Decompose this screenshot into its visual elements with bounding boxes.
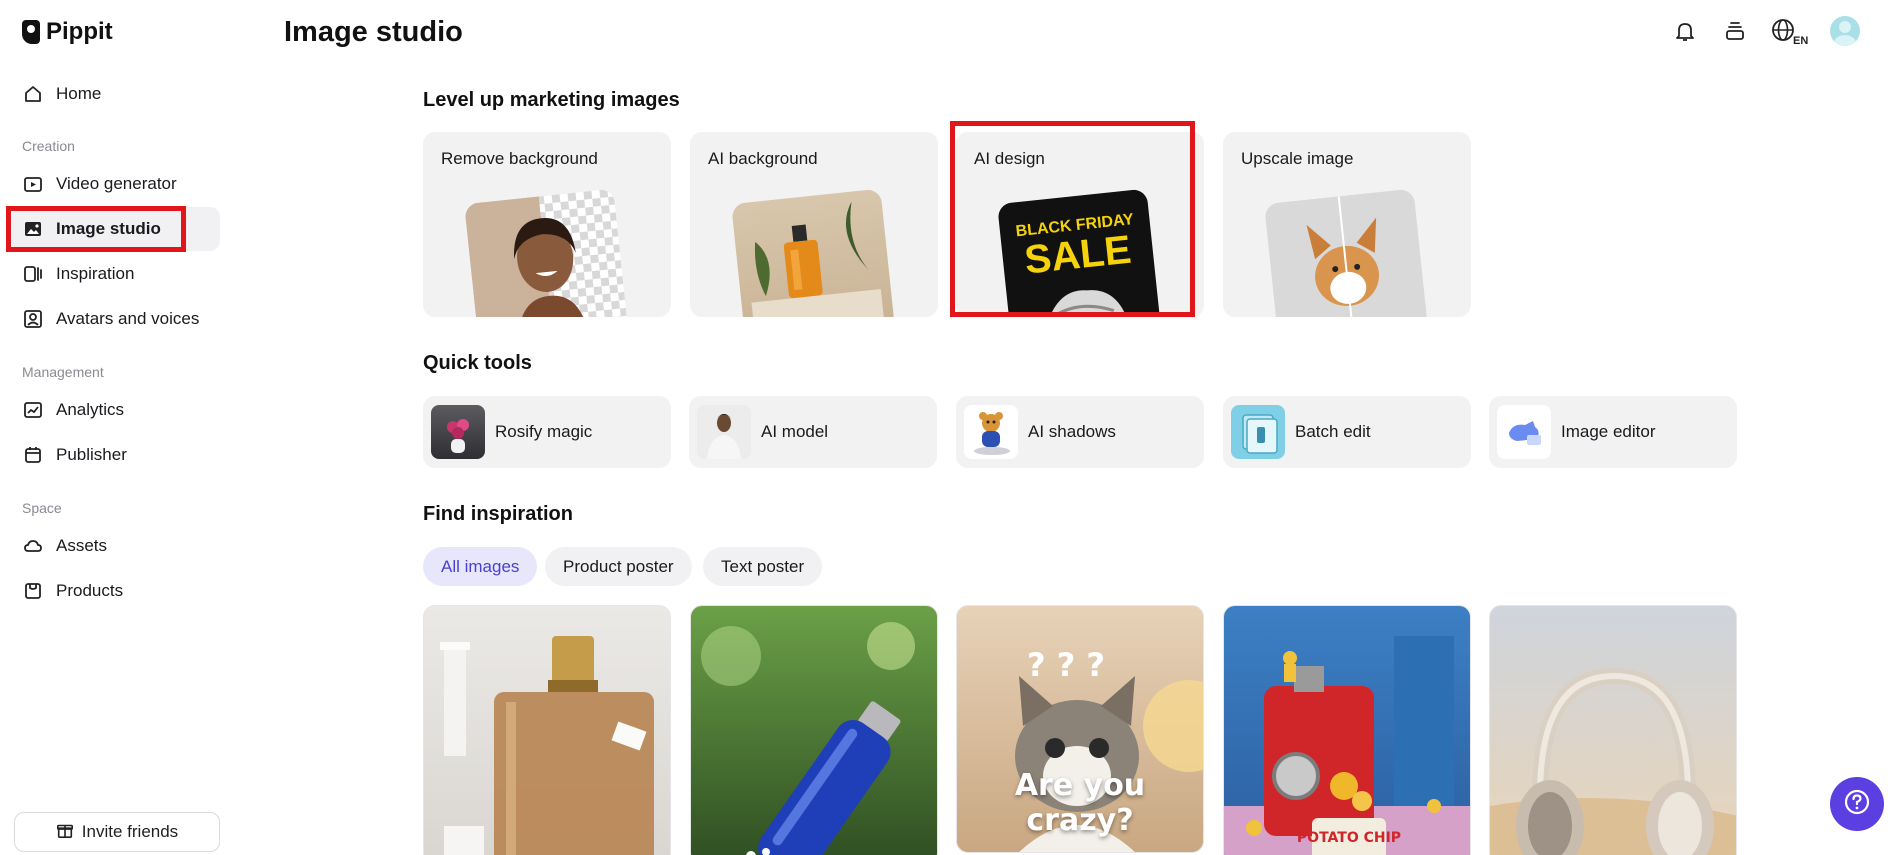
app-name: Pippit <box>46 18 113 45</box>
card-label: AI design <box>974 149 1045 168</box>
sidebar-item-label: Image studio <box>56 219 161 238</box>
tool-rosify-magic[interactable]: Rosify magic <box>423 396 671 468</box>
sidebar-item-assets[interactable]: Assets <box>12 524 220 568</box>
app-logo[interactable]: Pippit <box>22 18 113 46</box>
card-upscale-image[interactable]: Upscale image <box>1223 132 1471 317</box>
section-heading-quick-tools: Quick tools <box>423 352 532 374</box>
section-heading-inspiration: Find inspiration <box>423 503 573 525</box>
tool-label: Rosify magic <box>495 422 593 441</box>
card-remove-background[interactable]: Remove background <box>423 132 671 317</box>
remove-background-thumbnail <box>464 188 628 317</box>
analytics-icon <box>22 399 44 421</box>
tool-image-editor[interactable]: Image editor <box>1489 396 1737 468</box>
chip-bag-text: POTATO CHIP <box>1297 830 1401 846</box>
section-label-space: Space <box>22 500 62 516</box>
section-heading-marketing: Level up marketing images <box>423 89 680 111</box>
invite-friends-label: Invite friends <box>81 822 179 841</box>
potato-chip-machine-image: POTATO CHIP <box>1224 636 1470 855</box>
rosify-thumbnail <box>431 405 485 459</box>
card-ai-background[interactable]: AI background <box>690 132 938 317</box>
invite-friends-button[interactable]: Invite friends <box>14 812 220 852</box>
perfume-image <box>440 636 654 855</box>
inspiration-card-perfume[interactable] <box>423 605 671 855</box>
sidebar-item-label: Home <box>56 84 102 103</box>
filter-chip-product-poster[interactable]: Product poster <box>545 547 692 586</box>
card-label: AI background <box>708 149 818 168</box>
sidebar-item-label: Products <box>56 581 124 600</box>
user-avatar[interactable] <box>1830 16 1860 46</box>
upscale-image-thumbnail <box>1264 188 1428 317</box>
svg-text:? ? ?: ? ? ? <box>1027 646 1105 684</box>
tool-label: AI shadows <box>1028 422 1116 441</box>
inbox-stack-icon[interactable] <box>1720 16 1750 46</box>
sidebar-item-analytics[interactable]: Analytics <box>12 388 220 432</box>
image-studio-icon <box>22 218 44 240</box>
home-icon <box>22 83 44 105</box>
sidebar-item-image-studio[interactable]: Image studio <box>12 207 220 251</box>
inspiration-card-bottle[interactable] <box>690 605 938 855</box>
sidebar-item-publisher[interactable]: Publisher <box>12 433 220 477</box>
gift-icon <box>56 821 74 844</box>
tool-label: Image editor <box>1561 422 1656 441</box>
section-label-management: Management <box>22 364 104 380</box>
sidebar-item-video-generator[interactable]: Video generator <box>12 162 220 206</box>
card-label: Remove background <box>441 149 598 168</box>
notification-bell-icon[interactable] <box>1670 16 1700 46</box>
sidebar-item-label: Inspiration <box>56 264 135 283</box>
pippit-logo-icon <box>22 20 40 44</box>
cloud-icon <box>22 535 44 557</box>
sidebar-item-home[interactable]: Home <box>12 72 220 116</box>
ai-model-thumbnail <box>697 405 751 459</box>
ai-design-thumbnail: BLACK FRIDAY SALE <box>997 188 1161 317</box>
card-label: Upscale image <box>1241 149 1354 168</box>
language-globe-icon[interactable]: EN <box>1770 16 1810 46</box>
section-label-creation: Creation <box>22 138 75 154</box>
product-box-icon <box>22 580 44 602</box>
language-code: EN <box>1793 35 1808 46</box>
cat-caption-text: Are you crazy? <box>1014 768 1146 838</box>
header-actions: EN <box>1670 16 1860 46</box>
ai-shadows-thumbnail <box>964 405 1018 459</box>
tool-batch-edit[interactable]: Batch edit <box>1223 396 1471 468</box>
tool-ai-shadows[interactable]: AI shadows <box>956 396 1204 468</box>
sidebar: Pippit Home Creation Video generator Ima… <box>0 0 232 855</box>
help-question-icon <box>1844 789 1870 820</box>
card-ai-design[interactable]: AI design BLACK FRIDAY SALE <box>956 132 1204 317</box>
image-editor-thumbnail <box>1497 405 1551 459</box>
page-title: Image studio <box>284 16 463 48</box>
inspiration-card-chips[interactable]: POTATO CHIP <box>1223 605 1471 855</box>
ai-background-thumbnail <box>731 188 895 317</box>
sidebar-item-label: Assets <box>56 536 108 555</box>
video-generator-icon <box>22 173 44 195</box>
blue-bottle-image <box>701 622 915 855</box>
headphones-image <box>1490 667 1736 855</box>
sidebar-item-products[interactable]: Products <box>12 569 220 613</box>
tool-label: AI model <box>761 422 829 441</box>
tool-label: Batch edit <box>1295 422 1371 441</box>
inspiration-card-headphones[interactable] <box>1489 605 1737 855</box>
sidebar-item-label: Video generator <box>56 174 177 193</box>
batch-edit-thumbnail <box>1231 405 1285 459</box>
sidebar-item-inspiration[interactable]: Inspiration <box>12 252 220 296</box>
inspiration-card-cat[interactable]: ? ? ? Are you crazy? <box>956 605 1204 853</box>
inspiration-icon <box>22 263 44 285</box>
filter-chip-all-images[interactable]: All images <box>423 547 538 586</box>
calendar-icon <box>22 444 44 466</box>
sidebar-item-label: Publisher <box>56 445 127 464</box>
sidebar-item-label: Analytics <box>56 400 125 419</box>
sidebar-item-avatars-and-voices[interactable]: Avatars and voices <box>12 297 220 341</box>
sidebar-item-label: Avatars and voices <box>56 309 200 328</box>
tool-ai-model[interactable]: AI model <box>689 396 937 468</box>
help-button[interactable] <box>1830 777 1884 831</box>
filter-chip-text-poster[interactable]: Text poster <box>703 547 823 586</box>
avatar-icon <box>22 308 44 330</box>
